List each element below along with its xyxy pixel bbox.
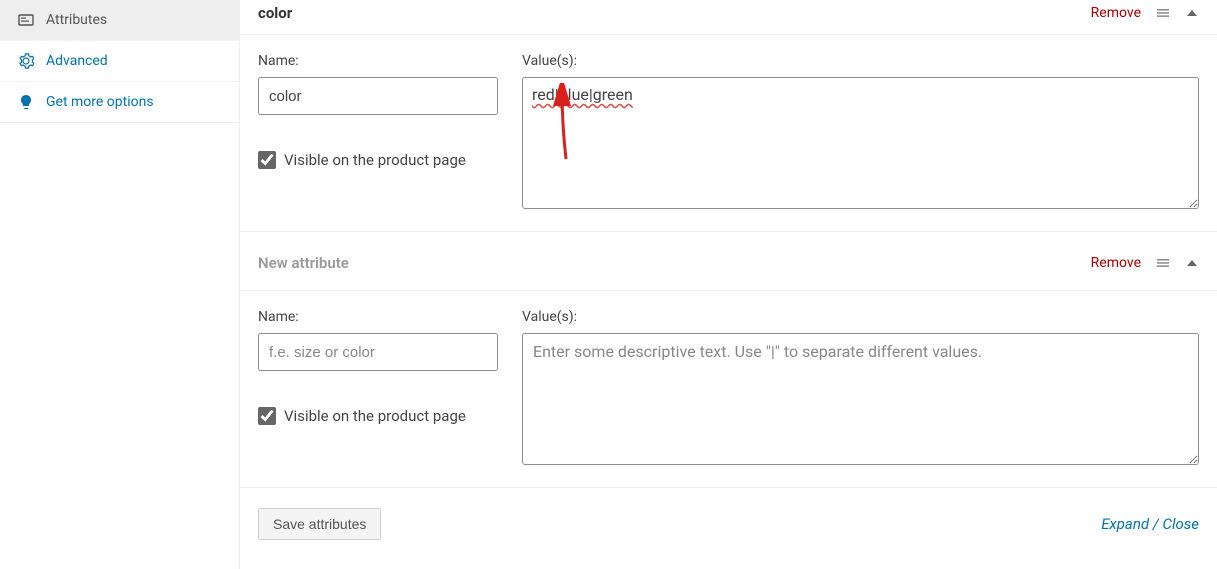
sidebar-item-label: Advanced (46, 53, 108, 69)
remove-link[interactable]: Remove (1091, 5, 1141, 21)
sidebar-item-label: Get more options (46, 94, 154, 110)
attribute-actions: Remove (1091, 255, 1199, 271)
drag-handle-icon[interactable] (1155, 255, 1171, 271)
attribute-header: New attribute Remove (240, 232, 1217, 291)
sidebar-item-advanced[interactable]: Advanced (0, 41, 239, 82)
sidebar-item-get-more-options[interactable]: Get more options (0, 82, 239, 123)
attribute-body: Name: Visible on the product page Value(… (240, 35, 1217, 231)
attribute-body: Name: Visible on the product page Value(… (240, 291, 1217, 487)
attribute-actions: Remove (1091, 5, 1199, 21)
visible-checkbox[interactable] (258, 407, 276, 425)
expand-close: Expand / Close (1101, 515, 1199, 533)
attributes-icon (16, 12, 36, 28)
lightbulb-icon (16, 94, 36, 110)
attribute-header: color Remove (240, 0, 1217, 35)
save-attributes-button[interactable]: Save attributes (258, 508, 381, 540)
product-data-sidebar: Attributes Advanced Get more options (0, 0, 240, 569)
attribute-values-textarea[interactable] (522, 333, 1199, 465)
attribute-name-input[interactable] (258, 77, 498, 115)
drag-handle-icon[interactable] (1155, 5, 1171, 21)
attribute-name-input[interactable] (258, 333, 498, 371)
values-label: Value(s): (522, 309, 1199, 325)
name-label: Name: (258, 53, 498, 69)
attribute-title: color (258, 4, 292, 22)
attribute-values-textarea[interactable] (522, 77, 1199, 209)
remove-link[interactable]: Remove (1091, 255, 1141, 271)
name-label: Name: (258, 309, 498, 325)
separator: / (1149, 515, 1162, 533)
attribute-row: New attribute Remove Name: (240, 232, 1217, 488)
sidebar-item-label: Attributes (46, 12, 107, 28)
attribute-row: color Remove Name: Vis (240, 0, 1217, 232)
collapse-toggle-icon[interactable] (1185, 256, 1199, 270)
attributes-footer: Save attributes Expand / Close (240, 488, 1217, 558)
visible-checkbox[interactable] (258, 151, 276, 169)
visible-label: Visible on the product page (284, 407, 466, 425)
values-label: Value(s): (522, 53, 1199, 69)
collapse-toggle-icon[interactable] (1185, 6, 1199, 20)
expand-link[interactable]: Expand (1101, 515, 1149, 533)
close-link[interactable]: Close (1162, 515, 1199, 533)
sidebar-item-attributes[interactable]: Attributes (0, 0, 239, 41)
gear-icon (16, 53, 36, 69)
attributes-panel: color Remove Name: Vis (240, 0, 1217, 569)
visible-label: Visible on the product page (284, 151, 466, 169)
attribute-title: New attribute (258, 254, 349, 272)
